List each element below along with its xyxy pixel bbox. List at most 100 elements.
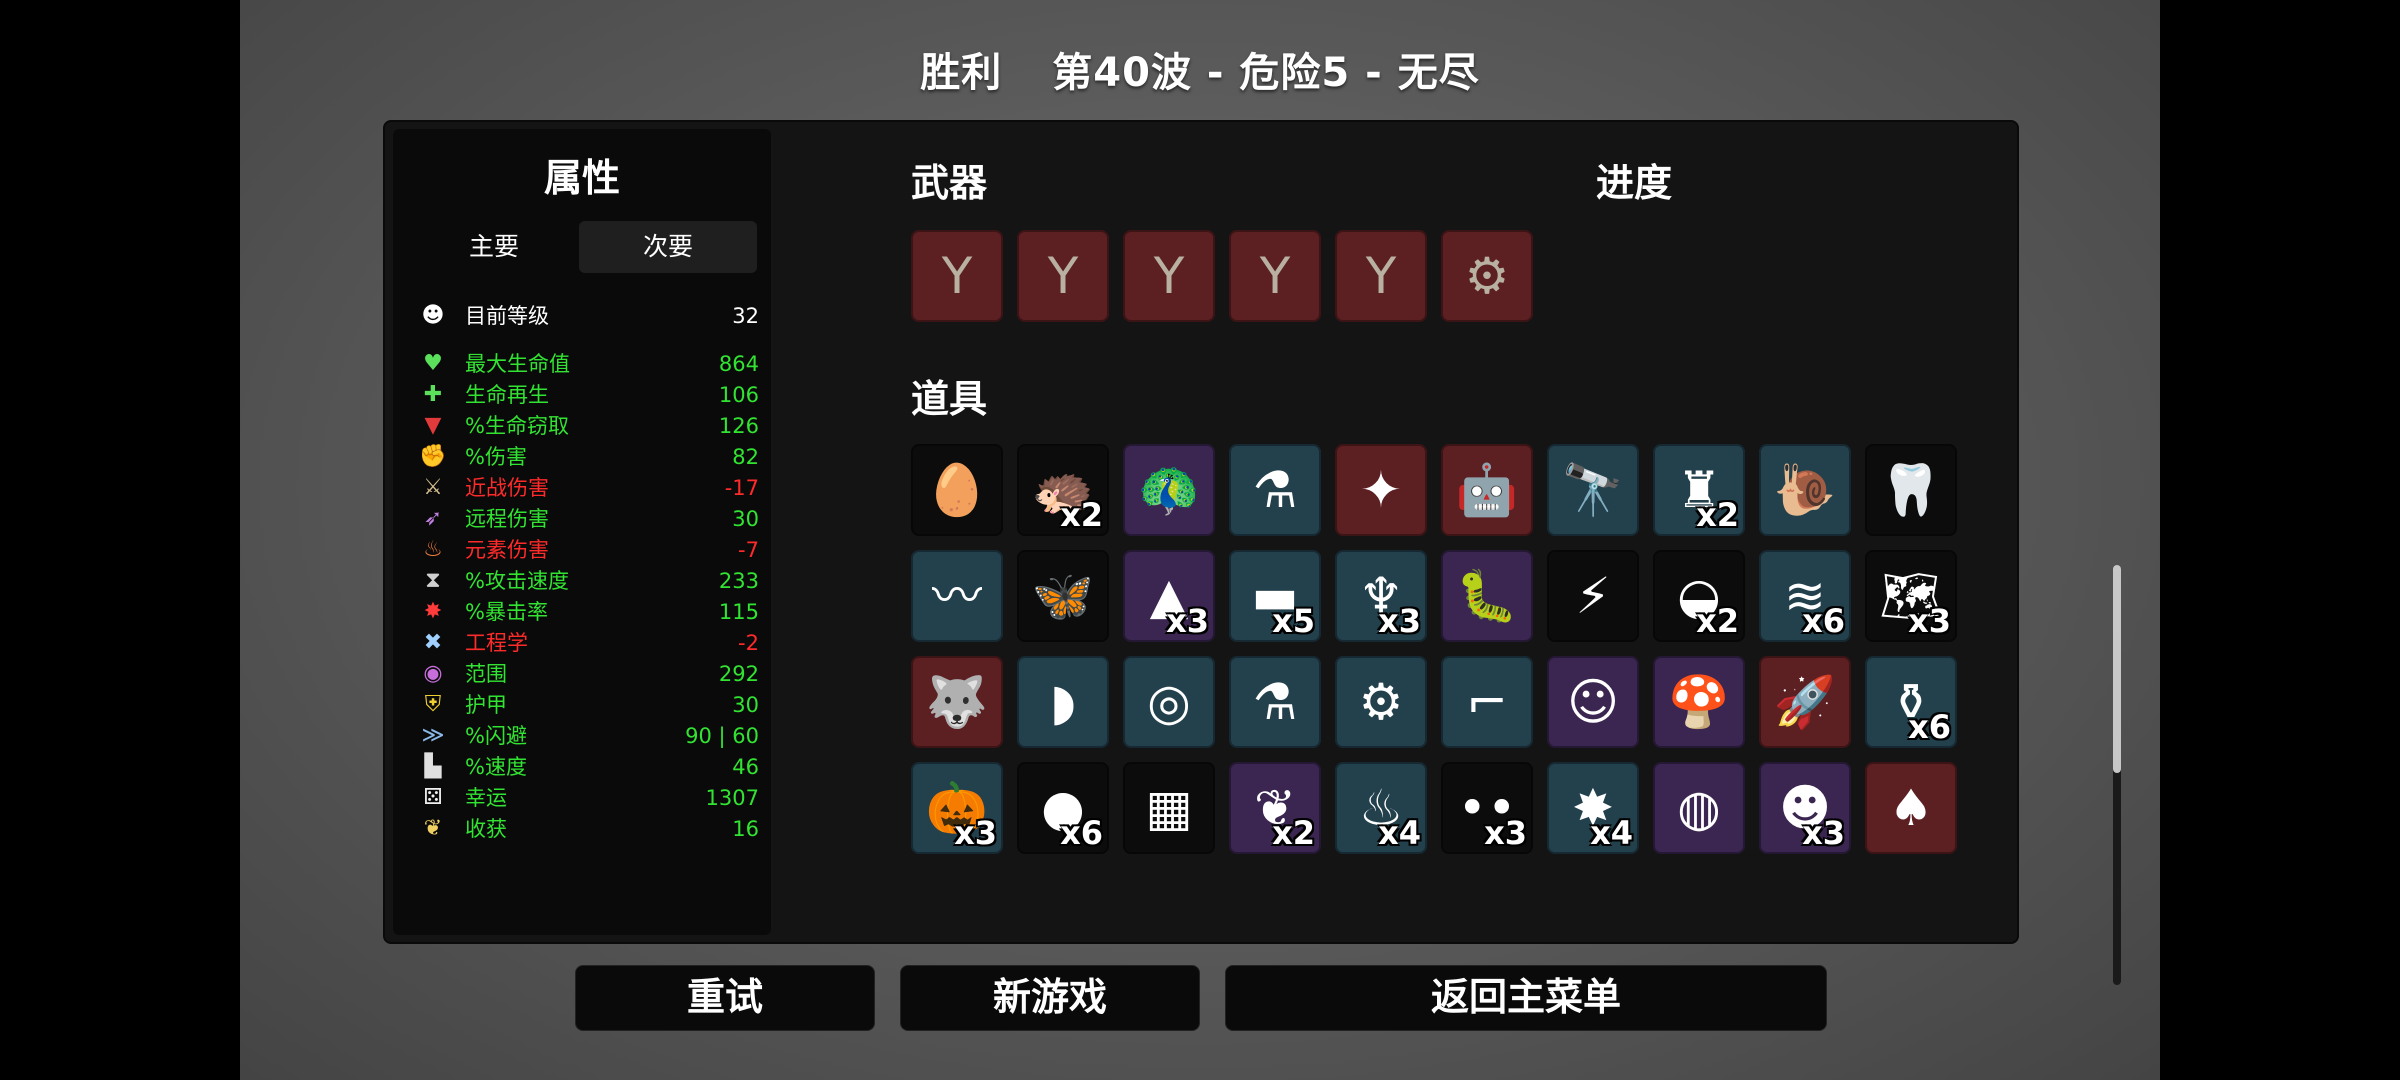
item-slot[interactable]: ▲ x3 [1123,550,1215,642]
item-slot[interactable]: 🦷 [1865,444,1957,536]
item-slot[interactable]: ♜ x2 [1653,444,1745,536]
item-slot[interactable]: 🥚 [911,444,1003,536]
item-slot[interactable]: ⚗ [1229,656,1321,748]
stat-label: %暴击率 [465,600,548,624]
item-slot[interactable]: 🐛 [1441,550,1533,642]
stat-value: 16 [732,817,759,841]
stat-row-level: ☻ 目前等级 32 [419,301,759,331]
tab-primary[interactable]: 主要 [405,221,583,273]
weapon-slot[interactable]: Y [1229,230,1321,322]
weapons-title: 武器 [911,161,988,205]
potion-icon: ⚗ [1252,461,1298,519]
weapon-slot[interactable]: ⚙ [1441,230,1533,322]
item-count: x3 [954,814,997,852]
item-slot[interactable]: ♨ x4 [1335,762,1427,854]
stat-row: ✸ %暴击率 115 [419,597,759,627]
item-count: x4 [1590,814,1633,852]
item-slot[interactable]: ☻ x3 [1759,762,1851,854]
sword-icon: ⚔ [423,475,443,500]
stat-row: ✊ %伤害 82 [419,442,759,472]
new-game-button[interactable]: 新游戏 [900,965,1200,1031]
item-slot[interactable]: ▦ [1123,762,1215,854]
item-slot[interactable]: 🐌 [1759,444,1851,536]
stat-label: 工程学 [465,631,528,655]
items-scroll-thumb[interactable] [2113,565,2121,773]
stat-value: 864 [718,352,759,376]
item-count: x4 [1378,814,1421,852]
item-slot[interactable]: ⚡ [1547,550,1639,642]
stat-label: 范围 [465,662,507,686]
item-slot[interactable]: ◒ x2 [1653,550,1745,642]
tardigrade-icon: 🐛 [1455,567,1519,625]
item-slot[interactable]: ✦ [1335,444,1427,536]
item-slot[interactable]: 🦋 [1017,550,1109,642]
slingshot-icon: Y [1153,247,1185,305]
stat-row: ✖ 工程学 -2 [419,628,759,658]
slingshot-icon: Y [1365,247,1397,305]
stat-row: ⧗ %攻击速度 233 [419,566,759,596]
slingshot-icon: Y [1047,247,1079,305]
item-slot[interactable]: 🔭 [1547,444,1639,536]
stat-row: ▙ %速度 46 [419,752,759,782]
item-slot[interactable]: 🍄 [1653,656,1745,748]
item-slot[interactable]: 🚀 [1759,656,1851,748]
weapon-slot[interactable]: Y [1123,230,1215,322]
progress-title: 进度 [1596,161,1673,205]
weapon-slot[interactable]: Y [911,230,1003,322]
muscle-icon: ✊ [419,444,447,469]
rocket-icon: 🚀 [1773,673,1837,731]
item-slot[interactable]: ◍ [1653,762,1745,854]
weapon-slot[interactable]: Y [1335,230,1427,322]
stat-row: ⚄ 幸运 1307 [419,783,759,813]
item-count: x2 [1696,496,1739,534]
stat-row: ≫ %闪避 90 | 60 [419,721,759,751]
slingshot-icon: Y [1259,247,1291,305]
stat-value: 90 | 60 [685,724,759,748]
item-slot[interactable]: 🎃 x3 [911,762,1003,854]
item-slot[interactable]: •• x3 [1441,762,1533,854]
peacock-icon: 🦚 [1137,461,1201,519]
item-slot[interactable]: ☺ [1547,656,1639,748]
machine-icon: ⚙ [1358,673,1404,731]
wrench-icon: ✖ [423,630,443,655]
item-slot[interactable]: 🐺 [911,656,1003,748]
item-slot[interactable]: 🗺 x3 [1865,550,1957,642]
item-count: x5 [1272,602,1315,640]
item-slot[interactable]: ◎ [1123,656,1215,748]
stat-row: ⛨ 护甲 30 [419,690,759,720]
stat-value: 30 [732,693,759,717]
item-slot[interactable]: ✸ x4 [1547,762,1639,854]
item-slot[interactable]: ❦ x2 [1229,762,1321,854]
stat-label: %伤害 [465,445,527,469]
item-count: x6 [1802,602,1845,640]
item-slot[interactable]: ♠ [1865,762,1957,854]
item-slot[interactable]: ⌐ [1441,656,1533,748]
items-scrollbar[interactable] [2113,565,2121,985]
scar-icon: ⚡ [1575,567,1611,625]
item-slot[interactable]: ◗ [1017,656,1109,748]
item-slot[interactable]: ♆ x3 [1335,550,1427,642]
stat-row: ❦ 收获 16 [419,814,759,844]
amulet-icon: ◎ [1147,673,1191,731]
item-slot[interactable]: ⚙ [1335,656,1427,748]
item-slot[interactable]: ⚱ x6 [1865,656,1957,748]
regen-icon: ✚ [423,382,443,407]
weapon-slot[interactable]: Y [1017,230,1109,322]
item-slot[interactable]: 🦚 [1123,444,1215,536]
retry-button[interactable]: 重试 [575,965,875,1031]
item-slot[interactable]: 🦔 x2 [1017,444,1109,536]
stat-row: ♨ 元素伤害 -7 [419,535,759,565]
item-slot[interactable]: ▬ x5 [1229,550,1321,642]
item-slot[interactable]: ● x6 [1017,762,1109,854]
stat-value: -2 [738,631,759,655]
slingshot-icon: Y [941,247,973,305]
item-slot[interactable]: 〰 [911,550,1003,642]
tab-secondary[interactable]: 次要 [579,221,757,273]
main-menu-button[interactable]: 返回主菜单 [1225,965,1827,1031]
stat-label: %闪避 [465,724,527,748]
item-slot[interactable]: ≋ x6 [1759,550,1851,642]
stat-value: -7 [738,538,759,562]
item-count: x3 [1908,602,1951,640]
item-slot[interactable]: 🤖 [1441,444,1533,536]
item-slot[interactable]: ⚗ [1229,444,1321,536]
